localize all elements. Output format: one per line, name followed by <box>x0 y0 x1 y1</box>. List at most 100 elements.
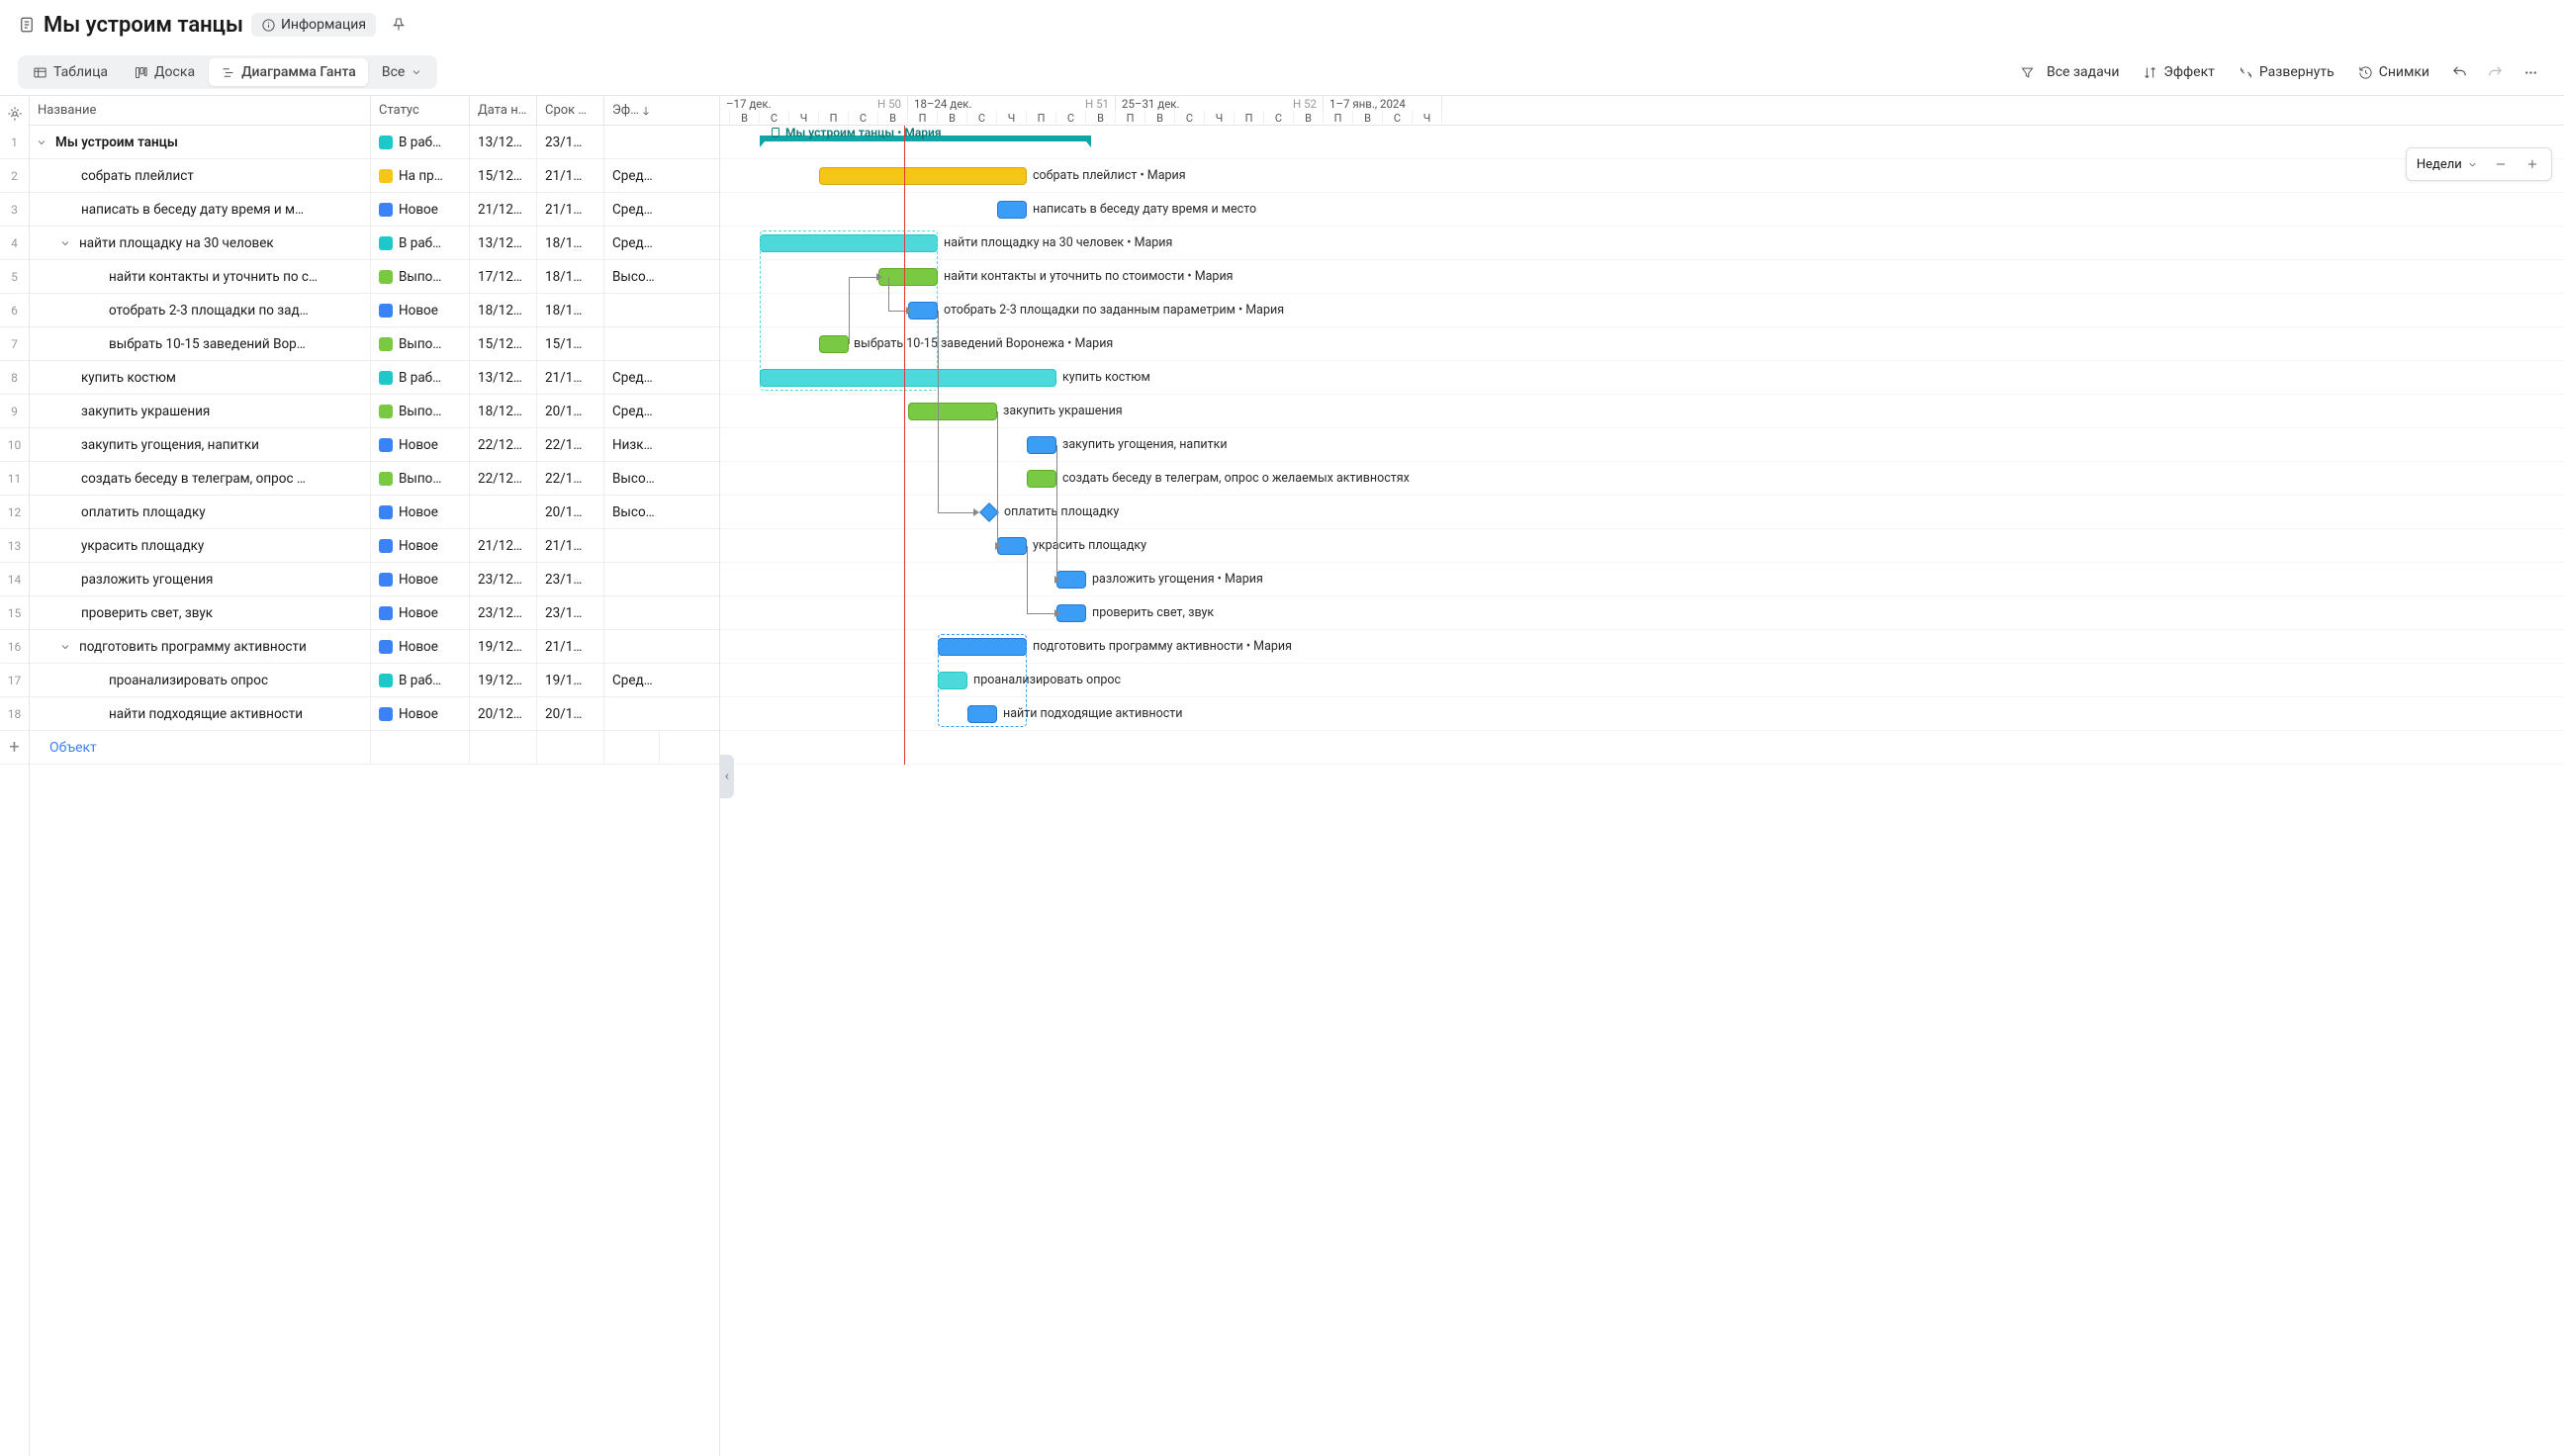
due-cell[interactable]: 23/1… <box>537 563 604 595</box>
undo-button[interactable] <box>2443 56 2475 88</box>
table-row[interactable]: оплатить площадкуНовое20/1…Высо… <box>30 496 719 529</box>
table-row[interactable]: найти контакты и уточнить по с…Выпо…17/1… <box>30 260 719 294</box>
due-cell[interactable]: 20/1… <box>537 496 604 528</box>
zoom-in-button[interactable] <box>2519 151 2545 177</box>
task-name-cell[interactable]: подготовить программу активности <box>30 630 371 663</box>
row-number[interactable]: 17 <box>0 664 30 697</box>
eff-cell[interactable] <box>604 563 660 595</box>
status-cell[interactable]: Новое <box>371 563 470 595</box>
task-name-cell[interactable]: закупить угощения, напитки <box>30 428 371 461</box>
tab-gantt[interactable]: Диаграмма Ганта <box>209 58 368 86</box>
eff-cell[interactable] <box>604 630 660 663</box>
table-row[interactable]: выбрать 10-15 заведений Вор…Выпо…15/12…1… <box>30 327 719 361</box>
task-name-cell[interactable]: Мы устроим танцы <box>30 126 371 158</box>
snapshots-button[interactable]: Снимки <box>2348 58 2439 86</box>
eff-cell[interactable]: Сред… <box>604 159 660 192</box>
start-cell[interactable]: 18/12… <box>470 294 537 326</box>
task-name-cell[interactable]: оплатить площадку <box>30 496 371 528</box>
gantt-bar[interactable] <box>819 167 1027 185</box>
gantt-body[interactable]: Мы устроим танцы • Мариясобрать плейлист… <box>720 126 2564 765</box>
info-chip[interactable]: Информация <box>251 13 376 37</box>
row-number[interactable]: 16 <box>0 630 30 664</box>
table-row[interactable]: Мы устроим танцыВ раб…13/12…23/1… <box>30 126 719 159</box>
col-status[interactable]: Статус <box>371 96 470 125</box>
row-number[interactable]: 12 <box>0 496 30 529</box>
table-row[interactable]: подготовить программу активностиНовое19/… <box>30 630 719 664</box>
status-cell[interactable]: Новое <box>371 630 470 663</box>
status-cell[interactable]: Новое <box>371 697 470 730</box>
status-cell[interactable]: Выпо… <box>371 395 470 427</box>
due-cell[interactable]: 23/1… <box>537 596 604 629</box>
tab-all-dropdown[interactable]: Все <box>370 58 434 86</box>
start-cell[interactable]: 17/12… <box>470 260 537 293</box>
row-number[interactable]: 6 <box>0 294 30 327</box>
table-row[interactable]: купить костюмВ раб…13/12…21/1…Сред… <box>30 361 719 395</box>
gantt-bar[interactable] <box>1027 436 1056 454</box>
pin-button[interactable] <box>384 10 413 40</box>
redo-button[interactable] <box>2479 56 2511 88</box>
start-cell[interactable] <box>470 496 537 528</box>
task-name-cell[interactable]: проанализировать опрос <box>30 664 371 696</box>
eff-cell[interactable]: Сред… <box>604 664 660 696</box>
table-row[interactable]: написать в беседу дату время и м…Новое21… <box>30 193 719 227</box>
zoom-out-button[interactable] <box>2488 151 2514 177</box>
start-cell[interactable]: 22/12… <box>470 462 537 495</box>
due-cell[interactable]: 23/1… <box>537 126 604 158</box>
row-number[interactable]: 11 <box>0 462 30 496</box>
status-cell[interactable]: Новое <box>371 596 470 629</box>
due-cell[interactable]: 22/1… <box>537 428 604 461</box>
table-row[interactable]: разложить угощенияНовое23/12…23/1… <box>30 563 719 596</box>
due-cell[interactable]: 15/1… <box>537 327 604 360</box>
gantt-bar[interactable] <box>997 537 1027 555</box>
task-name-cell[interactable]: отобрать 2-3 площадки по зад… <box>30 294 371 326</box>
task-name-cell[interactable]: найти площадку на 30 человек <box>30 227 371 259</box>
eff-cell[interactable]: Сред… <box>604 361 660 394</box>
due-cell[interactable]: 21/1… <box>537 159 604 192</box>
status-cell[interactable]: Новое <box>371 529 470 562</box>
due-cell[interactable]: 18/1… <box>537 294 604 326</box>
task-name-cell[interactable]: написать в беседу дату время и м… <box>30 193 371 226</box>
status-cell[interactable]: В раб… <box>371 126 470 158</box>
eff-cell[interactable]: Высо… <box>604 496 660 528</box>
row-number[interactable]: 10 <box>0 428 30 462</box>
task-name-cell[interactable]: украсить площадку <box>30 529 371 562</box>
col-start[interactable]: Дата н… <box>470 96 537 125</box>
gantt-chart[interactable]: –17 дек.Н 5018–24 дек.Н 5125–31 дек.Н 52… <box>720 96 2564 1456</box>
col-name[interactable]: Название <box>30 96 371 125</box>
start-cell[interactable]: 13/12… <box>470 227 537 259</box>
task-name-cell[interactable]: выбрать 10-15 заведений Вор… <box>30 327 371 360</box>
task-name-cell[interactable]: собрать плейлист <box>30 159 371 192</box>
status-cell[interactable]: Выпо… <box>371 327 470 360</box>
all-tasks-button[interactable]: Все задачи <box>2010 58 2129 86</box>
eff-cell[interactable] <box>604 697 660 730</box>
task-name-cell[interactable]: разложить угощения <box>30 563 371 595</box>
chevron-down-icon[interactable] <box>36 136 49 148</box>
eff-cell[interactable]: Низк… <box>604 428 660 461</box>
more-button[interactable] <box>2515 56 2546 88</box>
start-cell[interactable]: 19/12… <box>470 630 537 663</box>
row-number[interactable]: 9 <box>0 395 30 428</box>
gantt-bar[interactable] <box>967 705 997 723</box>
status-cell[interactable]: В раб… <box>371 664 470 696</box>
due-cell[interactable]: 21/1… <box>537 630 604 663</box>
chevron-down-icon[interactable] <box>59 237 73 249</box>
start-cell[interactable]: 18/12… <box>470 395 537 427</box>
due-cell[interactable]: 22/1… <box>537 462 604 495</box>
table-row[interactable]: проверить свет, звукНовое23/12…23/1… <box>30 596 719 630</box>
due-cell[interactable]: 21/1… <box>537 529 604 562</box>
eff-cell[interactable]: Высо… <box>604 462 660 495</box>
status-cell[interactable]: В раб… <box>371 361 470 394</box>
due-cell[interactable]: 18/1… <box>537 260 604 293</box>
row-number[interactable]: 4 <box>0 227 30 260</box>
gantt-bar[interactable] <box>908 302 938 319</box>
due-cell[interactable]: 21/1… <box>537 361 604 394</box>
collapse-handle[interactable] <box>720 755 734 798</box>
table-row[interactable]: закупить угощения, напиткиНовое22/12…22/… <box>30 428 719 462</box>
start-cell[interactable]: 13/12… <box>470 361 537 394</box>
start-cell[interactable]: 20/12… <box>470 697 537 730</box>
table-row[interactable]: создать беседу в телеграм, опрос …Выпо…2… <box>30 462 719 496</box>
gantt-bar[interactable] <box>1056 604 1086 622</box>
row-number[interactable]: 18 <box>0 697 30 731</box>
gantt-bar[interactable] <box>878 268 938 286</box>
start-cell[interactable]: 23/12… <box>470 596 537 629</box>
